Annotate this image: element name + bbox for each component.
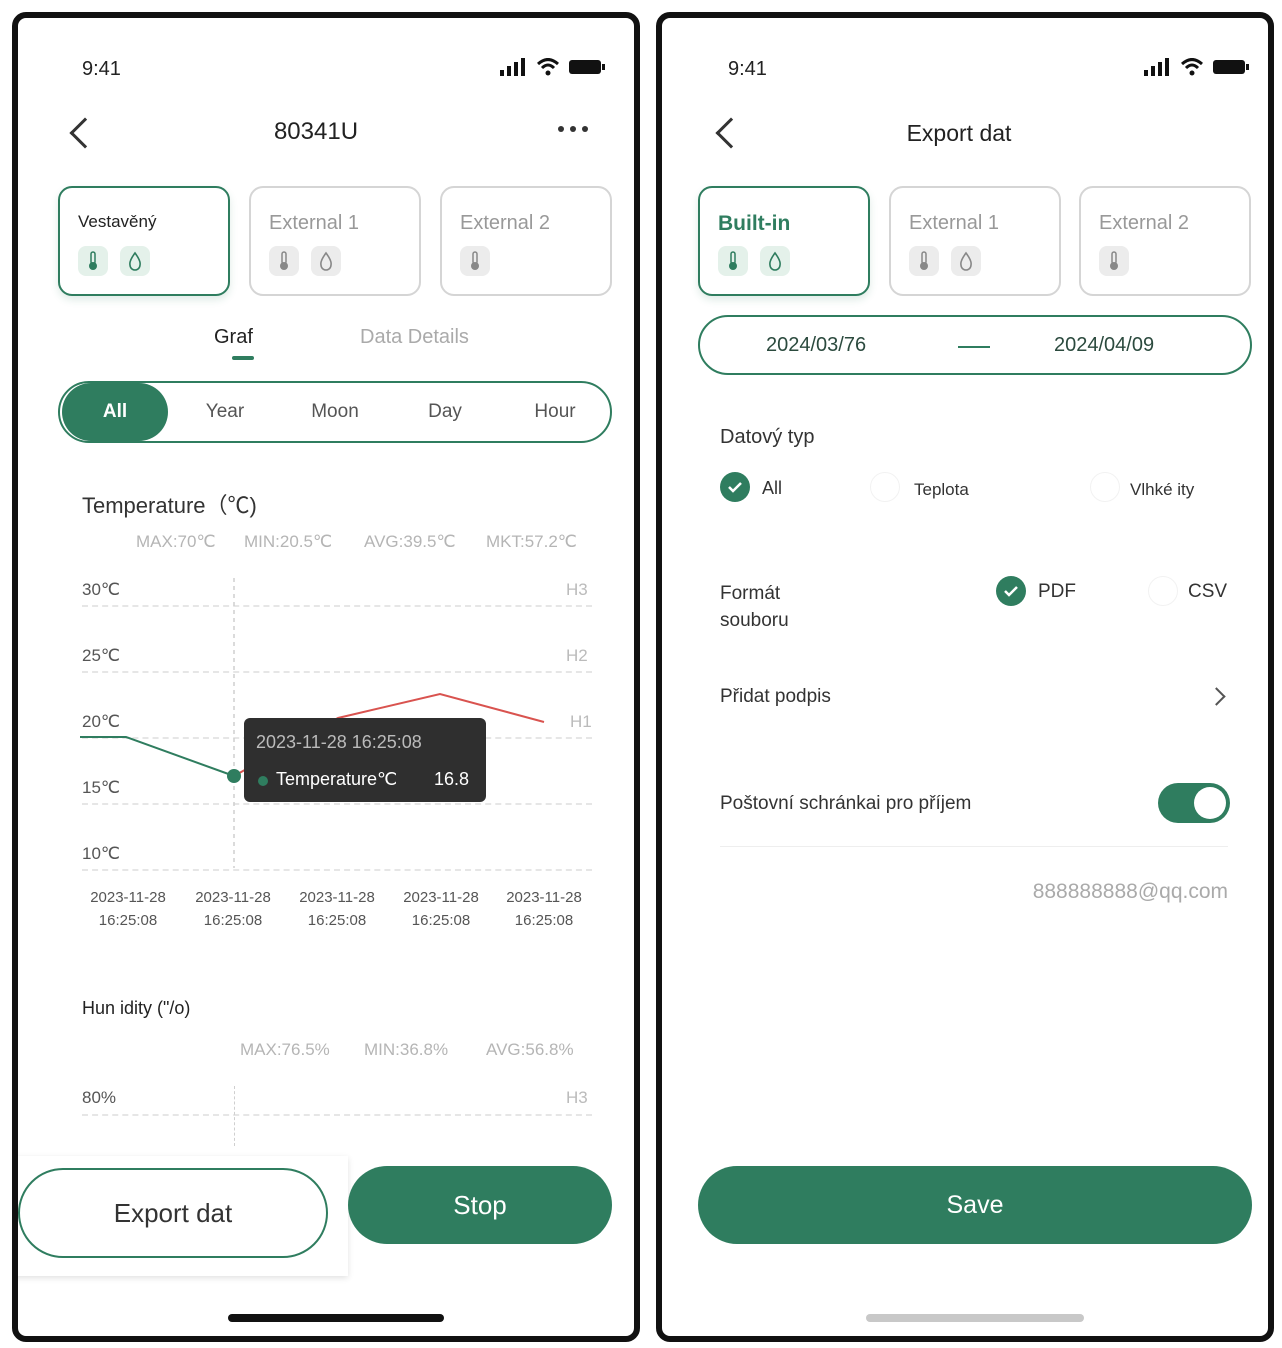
x-label: 2023-11-28 16:25:08	[506, 889, 582, 929]
home-indicator	[228, 1314, 444, 1322]
humidity-crosshair	[234, 1086, 235, 1146]
tooltip-label: Temperature℃	[276, 769, 398, 789]
format-pdf-label: PDF	[1038, 581, 1076, 602]
thermometer-icon	[909, 246, 939, 276]
stop-button[interactable]: Stop	[348, 1166, 612, 1244]
status-time: 9:41	[728, 58, 767, 80]
export-data-button[interactable]: Export dat	[18, 1168, 328, 1258]
data-type-all-label: All	[762, 478, 783, 498]
device-screen-export: 9:41 Export dat Built-in External 1 Exte…	[656, 12, 1274, 1342]
sensor-card-external-2[interactable]: External 2	[1079, 186, 1251, 296]
signal-icon	[1144, 58, 1169, 76]
chart-tooltip: 2023-11-28 16:25:08 Temperature℃ 16.8	[244, 718, 486, 802]
x-label: 2023-11-28 16:25:08	[90, 889, 166, 929]
sensor-card-label: Built-in	[718, 212, 791, 235]
thermometer-icon	[1099, 246, 1129, 276]
divider	[720, 846, 1228, 847]
check-icon	[1004, 586, 1018, 597]
date-range-picker[interactable]: 2024/03/76 2024/04/09	[698, 315, 1252, 375]
droplet-icon	[760, 246, 790, 276]
hum-stat-max: MAX:76.5%	[240, 1040, 330, 1059]
grid-line	[82, 1114, 592, 1116]
data-type-all-radio[interactable]	[720, 472, 750, 502]
device-screen-chart: 9:41 80341U Vestavěný External 1 Externa…	[12, 12, 640, 1342]
sensor-card-label: External 2	[1099, 212, 1190, 234]
x-label: 2023-11-28 16:25:08	[195, 889, 271, 929]
format-csv-radio[interactable]	[1148, 576, 1178, 606]
sensor-card-label: External 1	[909, 212, 1000, 234]
chevron-right-icon[interactable]	[1207, 687, 1226, 706]
battery-icon	[1213, 60, 1249, 74]
toggle-knob	[1194, 787, 1226, 819]
hum-stat-avg: AVG:56.8%	[486, 1040, 574, 1059]
date-start[interactable]: 2024/03/76	[766, 334, 866, 357]
status-icons	[1144, 58, 1250, 76]
x-label: 2023-11-28 16:25:08	[403, 889, 479, 929]
page-title: Export dat	[906, 120, 1012, 146]
data-type-humidity-label: Vlhké ity	[1130, 480, 1195, 499]
file-format-label: Formát souboru	[720, 583, 789, 631]
mailbox-label: Poštovní schránkai pro příjem	[720, 793, 972, 814]
tooltip-value: 16.8	[434, 769, 470, 789]
thermometer-icon	[718, 246, 748, 276]
sensor-card-builtin[interactable]: Built-in	[698, 186, 870, 296]
wifi-icon	[1180, 58, 1204, 76]
tooltip-series-dot	[258, 776, 268, 786]
data-type-label: Datový typ	[720, 426, 815, 448]
format-pdf-radio[interactable]	[996, 576, 1026, 606]
droplet-icon	[951, 246, 981, 276]
y-label: 80%	[82, 1088, 117, 1107]
humidity-title: Hun idity ("/o)	[82, 998, 191, 1018]
data-type-teplota-label: Teplota	[914, 480, 969, 499]
data-type-teplota-radio[interactable]	[870, 472, 900, 502]
email-input[interactable]: 888888888@qq.com	[720, 880, 1228, 904]
data-type-humidity-radio[interactable]	[1090, 472, 1120, 502]
add-signature-label[interactable]: Přidat podpis	[720, 686, 831, 708]
home-indicator	[866, 1314, 1084, 1322]
save-button[interactable]: Save	[698, 1166, 1252, 1244]
check-icon	[728, 482, 742, 493]
x-label: 2023-11-28 16:25:08	[299, 889, 375, 929]
format-csv-label: CSV	[1188, 581, 1228, 602]
sensor-card-external-1[interactable]: External 1	[889, 186, 1061, 296]
tooltip-time: 2023-11-28 16:25:08	[256, 732, 422, 752]
date-separator	[958, 346, 990, 348]
mailbox-toggle[interactable]	[1158, 783, 1230, 823]
hum-stat-min: MIN:36.8%	[364, 1040, 449, 1059]
threshold-label: H3	[566, 1088, 588, 1107]
date-end[interactable]: 2024/04/09	[1054, 334, 1154, 357]
